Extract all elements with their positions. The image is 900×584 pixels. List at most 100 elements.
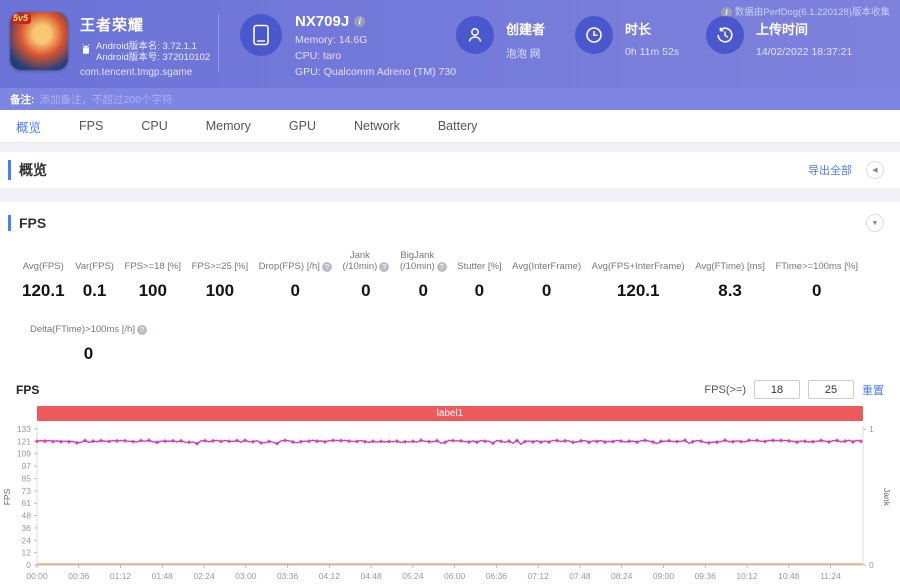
svg-text:133: 133 bbox=[17, 424, 31, 434]
device-name: NX709J bbox=[295, 13, 350, 30]
svg-text:09:00: 09:00 bbox=[653, 571, 675, 581]
device-cpu: CPU: taro bbox=[295, 50, 342, 62]
metric-label: FPS>=18 [%] bbox=[124, 261, 182, 272]
overview-collapse-button[interactable]: ◀ bbox=[866, 161, 884, 179]
remark-placeholder[interactable]: 添加备注，不超过200个字符 bbox=[40, 92, 173, 107]
upload-time-icon bbox=[706, 16, 744, 54]
fps-metrics-row2: Delta(FTime)>100ms [/h]? 0 bbox=[0, 313, 900, 364]
metric-label: Avg(FPS+InterFrame) bbox=[591, 261, 685, 272]
tab-fps[interactable]: FPS bbox=[79, 119, 103, 133]
tab-battery[interactable]: Battery bbox=[438, 119, 478, 133]
fps-threshold-input-1[interactable] bbox=[754, 380, 800, 399]
metric-label: Avg(InterFrame) bbox=[512, 261, 582, 272]
svg-text:1: 1 bbox=[869, 424, 874, 434]
creator-label: 创建者 bbox=[506, 22, 546, 37]
svg-text:61: 61 bbox=[22, 498, 32, 508]
svg-text:06:36: 06:36 bbox=[486, 571, 508, 581]
fps-line-chart[interactable]: 0 12 24 36 48 61 73 85 97 109 121 133 FPS 0 1 Jank 00:00… bbox=[0, 421, 900, 583]
fps-section-title: FPS bbox=[8, 215, 46, 231]
svg-text:97: 97 bbox=[22, 461, 32, 471]
game-app-icon: 5v5 bbox=[10, 12, 68, 70]
help-icon[interactable]: ? bbox=[136, 325, 147, 335]
fps-chart-header: FPS FPS(>=) 重置 bbox=[0, 380, 900, 399]
creator-icon bbox=[456, 16, 494, 54]
svg-text:06:00: 06:00 bbox=[444, 571, 466, 581]
tab-network[interactable]: Network bbox=[354, 119, 400, 133]
duration-block: 时长 0h 11m 52s bbox=[575, 16, 679, 58]
tab-概览[interactable]: 概览 bbox=[16, 117, 41, 136]
svg-text:121: 121 bbox=[17, 436, 31, 446]
android-icon bbox=[80, 43, 92, 61]
fps-threshold-label: FPS(>=) bbox=[704, 383, 746, 396]
device-info-icon[interactable]: i bbox=[354, 16, 366, 27]
upload-time-label: 上传时间 bbox=[756, 22, 809, 37]
metric-value: 0 bbox=[361, 281, 371, 300]
metric-value: 0 bbox=[541, 281, 552, 300]
metric: FTime>=100ms [%] 0 bbox=[775, 250, 858, 301]
duration-value: 0h 11m 52s bbox=[625, 46, 680, 58]
tab-memory[interactable]: Memory bbox=[206, 119, 251, 133]
svg-text:109: 109 bbox=[17, 449, 31, 459]
creator-block: 创建者 泡泡 网 bbox=[456, 16, 545, 61]
metric: FPS>=25 [%] 100 bbox=[192, 250, 249, 301]
device-info: NX709J i Memory: 14.6G CPU: taro GPU: Qua… bbox=[240, 13, 457, 78]
device-gpu: GPU: Qualcomm Adreno (TM) 730 bbox=[295, 66, 457, 78]
help-icon[interactable]: ? bbox=[436, 262, 447, 272]
metric-label: Stutter [%] bbox=[457, 261, 502, 272]
svg-text:10:12: 10:12 bbox=[736, 571, 758, 581]
fps-chart-title: FPS bbox=[16, 382, 40, 397]
metric: Avg(InterFrame) 0 bbox=[512, 250, 581, 301]
fps-collapse-button[interactable]: ▼ bbox=[866, 214, 884, 232]
svg-text:0: 0 bbox=[26, 560, 31, 570]
fps-section-header: FPS ▼ bbox=[0, 202, 900, 240]
svg-text:48: 48 bbox=[22, 511, 32, 521]
metric-value: 0.1 bbox=[82, 281, 107, 300]
help-icon[interactable]: ? bbox=[321, 262, 332, 272]
svg-text:04:48: 04:48 bbox=[360, 571, 382, 581]
svg-text:36: 36 bbox=[22, 523, 32, 533]
svg-text:07:12: 07:12 bbox=[528, 571, 550, 581]
metric: Drop(FPS) [/h]? 0 bbox=[259, 250, 332, 301]
creator-value: 泡泡 网 bbox=[506, 48, 541, 60]
metric-value: 120.1 bbox=[616, 281, 660, 300]
metric-value: 0 bbox=[83, 344, 94, 363]
metric: Avg(FTime) [ms] 8.3 bbox=[695, 250, 765, 301]
help-icon[interactable]: ? bbox=[379, 262, 390, 272]
svg-text:01:12: 01:12 bbox=[110, 571, 132, 581]
metric-value: 8.3 bbox=[718, 281, 742, 300]
metric-label: Avg(FPS) bbox=[22, 261, 64, 272]
remark-bar[interactable]: 备注: 添加备注，不超过200个字符 bbox=[0, 88, 900, 110]
android-version-code: Android版本号: 372010102 bbox=[96, 52, 211, 63]
metric-label: Delta(FTime)>100ms [/h]? bbox=[30, 313, 147, 335]
metric-value: 0 bbox=[418, 281, 428, 300]
metric: FPS>=18 [%] 100 bbox=[125, 250, 182, 301]
svg-text:24: 24 bbox=[22, 535, 32, 545]
svg-text:09:36: 09:36 bbox=[695, 571, 717, 581]
metric-label: Avg(FTime) [ms] bbox=[695, 261, 765, 272]
duration-clock-icon bbox=[575, 16, 613, 54]
metric: BigJank (/10min)? 0 bbox=[400, 250, 447, 301]
android-version-name: Android版本名: 3.72.1.1 bbox=[96, 41, 197, 52]
svg-text:05:24: 05:24 bbox=[402, 571, 424, 581]
divider-band bbox=[0, 188, 900, 202]
metric-label: Var(FPS) bbox=[75, 261, 114, 272]
tab-gpu[interactable]: GPU bbox=[289, 119, 316, 133]
svg-text:03:36: 03:36 bbox=[277, 571, 299, 581]
svg-text:03:00: 03:00 bbox=[235, 571, 257, 581]
metric-value: 0 bbox=[290, 281, 301, 300]
reset-link[interactable]: 重置 bbox=[862, 382, 884, 398]
svg-text:Jank: Jank bbox=[882, 488, 892, 507]
app-header: i 数据由PerfDog(6.1.220128)版本收集 5v5 王者荣耀 An… bbox=[0, 0, 900, 88]
export-all-link[interactable]: 导出全部 bbox=[808, 162, 852, 178]
svg-text:85: 85 bbox=[22, 473, 32, 483]
tab-cpu[interactable]: CPU bbox=[141, 119, 167, 133]
svg-text:73: 73 bbox=[22, 486, 32, 496]
game-package: com.tencent.tmgp.sgame bbox=[80, 67, 193, 78]
metric: Var(FPS) 0.1 bbox=[75, 250, 114, 301]
overview-section-header: 概览 导出全部 ◀ bbox=[0, 152, 900, 188]
game-info: 5v5 王者荣耀 Android版本名: 3.72.1.1 Android版本号… bbox=[10, 12, 210, 78]
fps-threshold-input-2[interactable] bbox=[808, 380, 854, 399]
chart-annotation-banner: label1 bbox=[37, 406, 863, 421]
device-memory: Memory: 14.6G bbox=[295, 34, 368, 46]
remark-label: 备注: bbox=[10, 93, 35, 106]
